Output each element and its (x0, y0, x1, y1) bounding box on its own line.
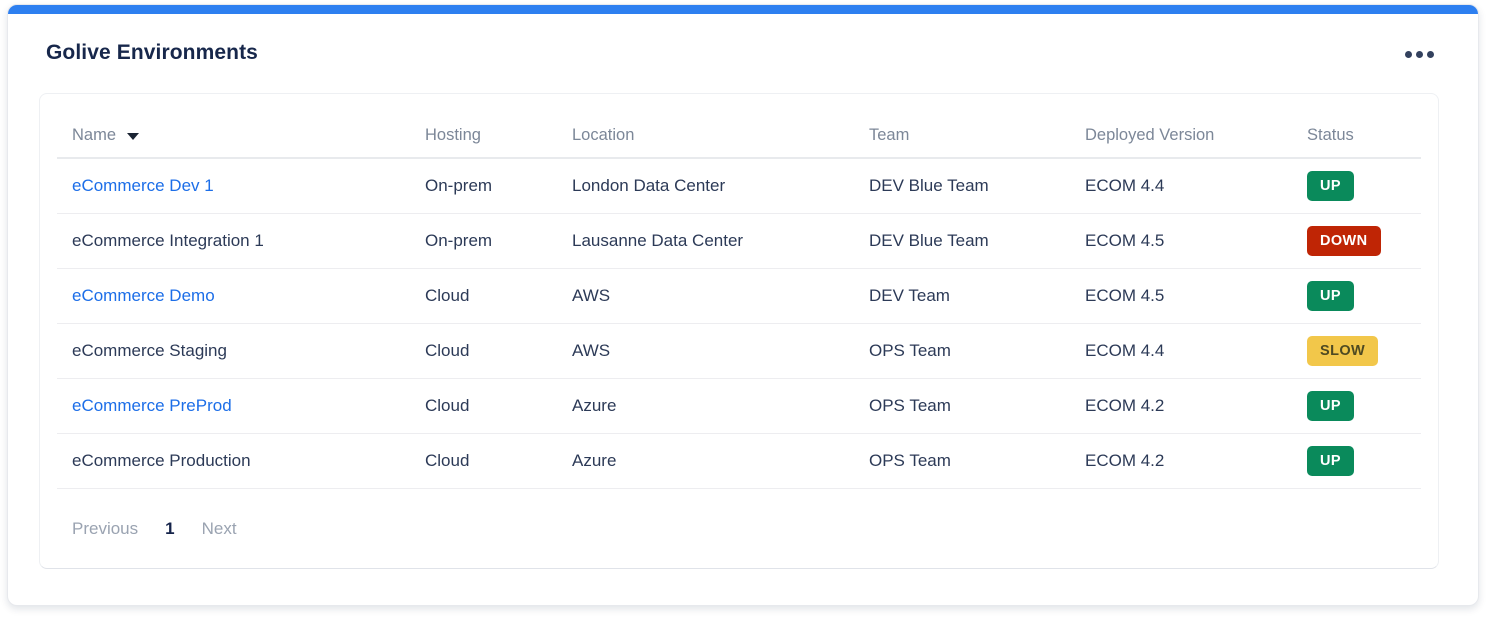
team-cell: OPS Team (854, 433, 1070, 488)
gadget-accent-bar (8, 5, 1478, 14)
table-row: eCommerce PreProd Cloud Azure OPS Team E… (57, 378, 1421, 433)
column-header-name[interactable]: Name (57, 116, 410, 158)
environment-name: eCommerce Production (57, 433, 410, 488)
environment-link[interactable]: eCommerce Dev 1 (57, 158, 410, 213)
environment-name: eCommerce Staging (57, 323, 410, 378)
location-cell: AWS (557, 323, 854, 378)
deployed-version-cell: ECOM 4.4 (1070, 158, 1292, 213)
team-cell: DEV Team (854, 268, 1070, 323)
table-row: eCommerce Demo Cloud AWS DEV Team ECOM 4… (57, 268, 1421, 323)
environments-table: Name Hosting Location Team Deployed Vers… (57, 116, 1421, 489)
status-badge: SLOW (1307, 336, 1378, 366)
hosting-cell: Cloud (410, 433, 557, 488)
dot-icon (1416, 51, 1423, 58)
environment-name: eCommerce Integration 1 (57, 213, 410, 268)
column-header-location[interactable]: Location (557, 116, 854, 158)
table-row: eCommerce Integration 1 On-prem Lausanne… (57, 213, 1421, 268)
hosting-cell: On-prem (410, 213, 557, 268)
column-header-deployed-version[interactable]: Deployed Version (1070, 116, 1292, 158)
status-badge: UP (1307, 446, 1354, 476)
status-badge: UP (1307, 391, 1354, 421)
hosting-cell: Cloud (410, 378, 557, 433)
previous-page-button[interactable]: Previous (72, 519, 138, 539)
hosting-cell: Cloud (410, 323, 557, 378)
deployed-version-cell: ECOM 4.2 (1070, 378, 1292, 433)
sort-descending-icon (127, 133, 139, 140)
deployed-version-cell: ECOM 4.4 (1070, 323, 1292, 378)
location-cell: Azure (557, 378, 854, 433)
location-cell: London Data Center (557, 158, 854, 213)
status-badge: UP (1307, 281, 1354, 311)
location-cell: AWS (557, 268, 854, 323)
page-number-1[interactable]: 1 (165, 519, 174, 539)
golive-environments-gadget: Golive Environments Name (7, 4, 1479, 606)
environment-link[interactable]: eCommerce Demo (57, 268, 410, 323)
team-cell: DEV Blue Team (854, 213, 1070, 268)
status-badge: DOWN (1307, 226, 1381, 256)
deployed-version-cell: ECOM 4.5 (1070, 268, 1292, 323)
deployed-version-cell: ECOM 4.2 (1070, 433, 1292, 488)
environments-table-panel: Name Hosting Location Team Deployed Vers… (39, 93, 1439, 569)
table-row: eCommerce Production Cloud Azure OPS Tea… (57, 433, 1421, 488)
team-cell: DEV Blue Team (854, 158, 1070, 213)
column-header-status[interactable]: Status (1292, 116, 1421, 158)
column-header-label: Name (72, 126, 116, 145)
column-header-hosting[interactable]: Hosting (410, 116, 557, 158)
dot-icon (1405, 51, 1412, 58)
team-cell: OPS Team (854, 323, 1070, 378)
next-page-button[interactable]: Next (202, 519, 237, 539)
location-cell: Azure (557, 433, 854, 488)
team-cell: OPS Team (854, 378, 1070, 433)
pagination: Previous 1 Next (57, 489, 1421, 539)
table-row: eCommerce Staging Cloud AWS OPS Team ECO… (57, 323, 1421, 378)
hosting-cell: Cloud (410, 268, 557, 323)
column-header-team[interactable]: Team (854, 116, 1070, 158)
environment-link[interactable]: eCommerce PreProd (57, 378, 410, 433)
hosting-cell: On-prem (410, 158, 557, 213)
table-row: eCommerce Dev 1 On-prem London Data Cent… (57, 158, 1421, 213)
location-cell: Lausanne Data Center (557, 213, 854, 268)
table-header-row: Name Hosting Location Team Deployed Vers… (57, 116, 1421, 158)
page-title: Golive Environments (46, 41, 258, 65)
gadget-header: Golive Environments (8, 14, 1478, 68)
deployed-version-cell: ECOM 4.5 (1070, 213, 1292, 268)
status-badge: UP (1307, 171, 1354, 201)
dot-icon (1427, 51, 1434, 58)
ellipsis-menu-icon[interactable] (1401, 41, 1438, 68)
